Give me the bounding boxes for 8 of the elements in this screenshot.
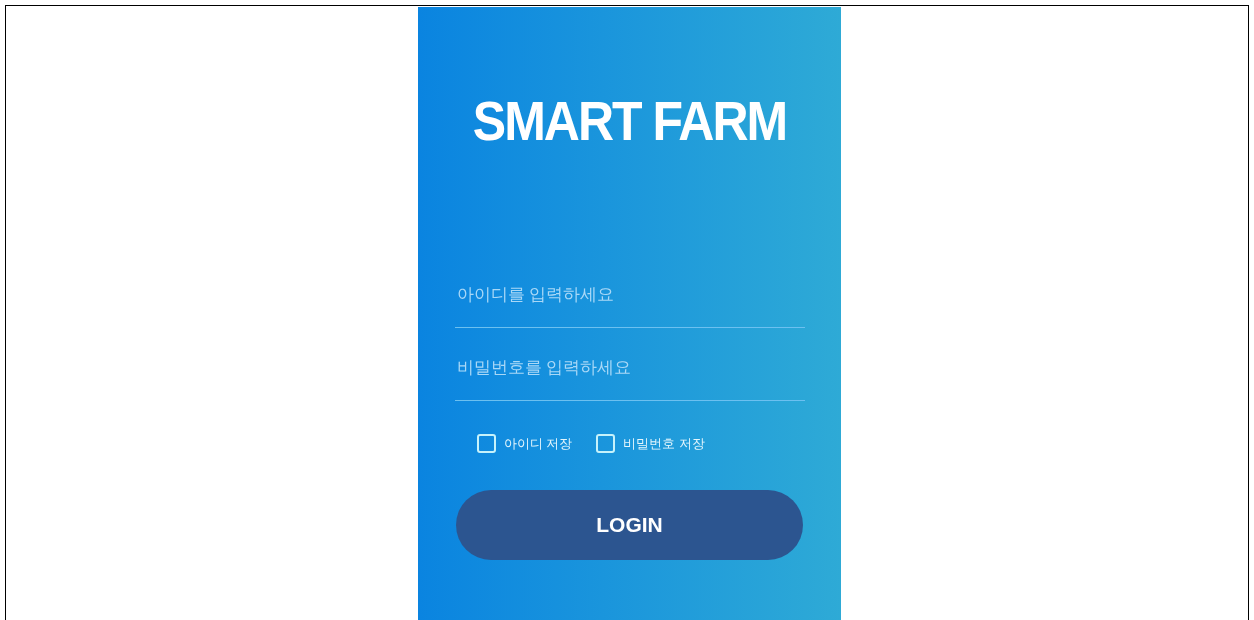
checkbox-label: 비밀번호 저장	[623, 435, 705, 453]
app-title: SMART FARM	[472, 89, 787, 154]
checkbox[interactable]	[596, 434, 616, 454]
checkbox[interactable]	[476, 434, 496, 454]
password-field[interactable]: 비밀번호를 입력하세요	[454, 328, 805, 401]
id-field[interactable]: 아이디를 입력하세요	[454, 255, 805, 328]
checkbox-label: 아이디 저장	[503, 435, 573, 453]
login-button[interactable]: LOGIN	[456, 489, 803, 560]
